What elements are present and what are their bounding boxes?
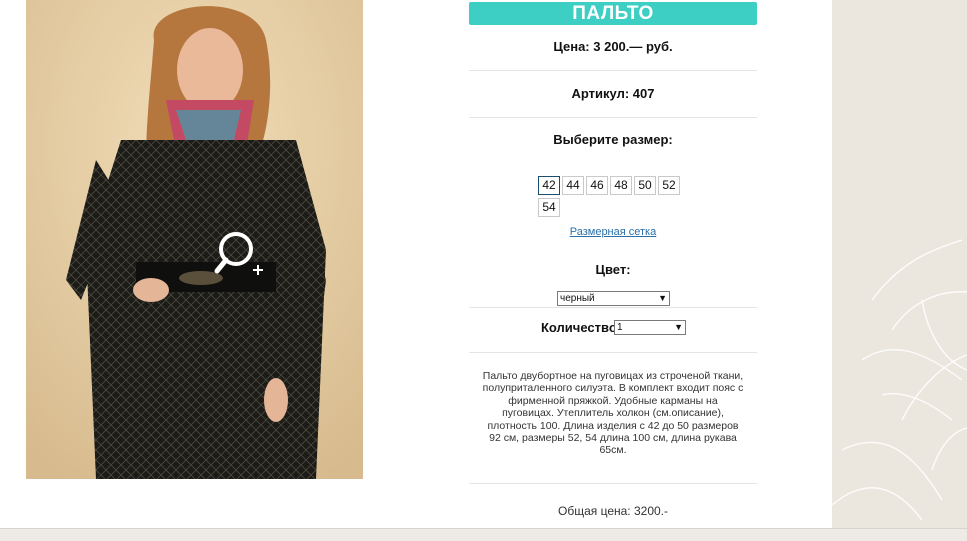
product-article: Артикул: 407 [571,86,655,101]
size-option[interactable]: 52 [658,176,680,195]
quantity-label: Количество: [541,320,622,335]
size-heading: Выберите размер: [553,132,673,147]
page-footer-strip [0,528,967,541]
product-title: ПАЛЬТО [469,2,757,25]
color-select[interactable]: черный ▼ [557,291,670,306]
chevron-down-icon: ▼ [658,293,667,303]
size-option[interactable]: 48 [610,176,632,195]
size-chart-link[interactable]: Размерная сетка [469,226,757,238]
product-panel: ПАЛЬТО Цена: 3 200.— руб. Артикул: 407 В… [0,0,832,528]
color-select-value: черный [560,293,595,304]
zoom-in-icon[interactable] [214,231,268,277]
product-description: Пальто двубортное на пуговицах из строче… [482,370,744,457]
product-price: Цена: 3 200.— руб. [553,39,673,54]
chevron-down-icon: ▼ [674,322,683,332]
size-option[interactable]: 44 [562,176,584,195]
size-option[interactable]: 42 [538,176,560,195]
size-option[interactable]: 50 [634,176,656,195]
size-option[interactable]: 46 [586,176,608,195]
divider [469,117,757,118]
decorative-floral-background [832,0,967,528]
quantity-select-value: 1 [617,322,623,333]
divider [469,483,757,484]
coat-model-image [26,0,363,479]
total-price: Общая цена: 3200.- [558,504,668,518]
divider [469,307,757,308]
color-heading: Цвет: [595,262,631,277]
divider [469,70,757,71]
size-option[interactable]: 54 [538,198,560,217]
divider [469,352,757,353]
product-photo[interactable] [26,0,363,479]
quantity-select[interactable]: 1 ▼ [614,320,686,335]
